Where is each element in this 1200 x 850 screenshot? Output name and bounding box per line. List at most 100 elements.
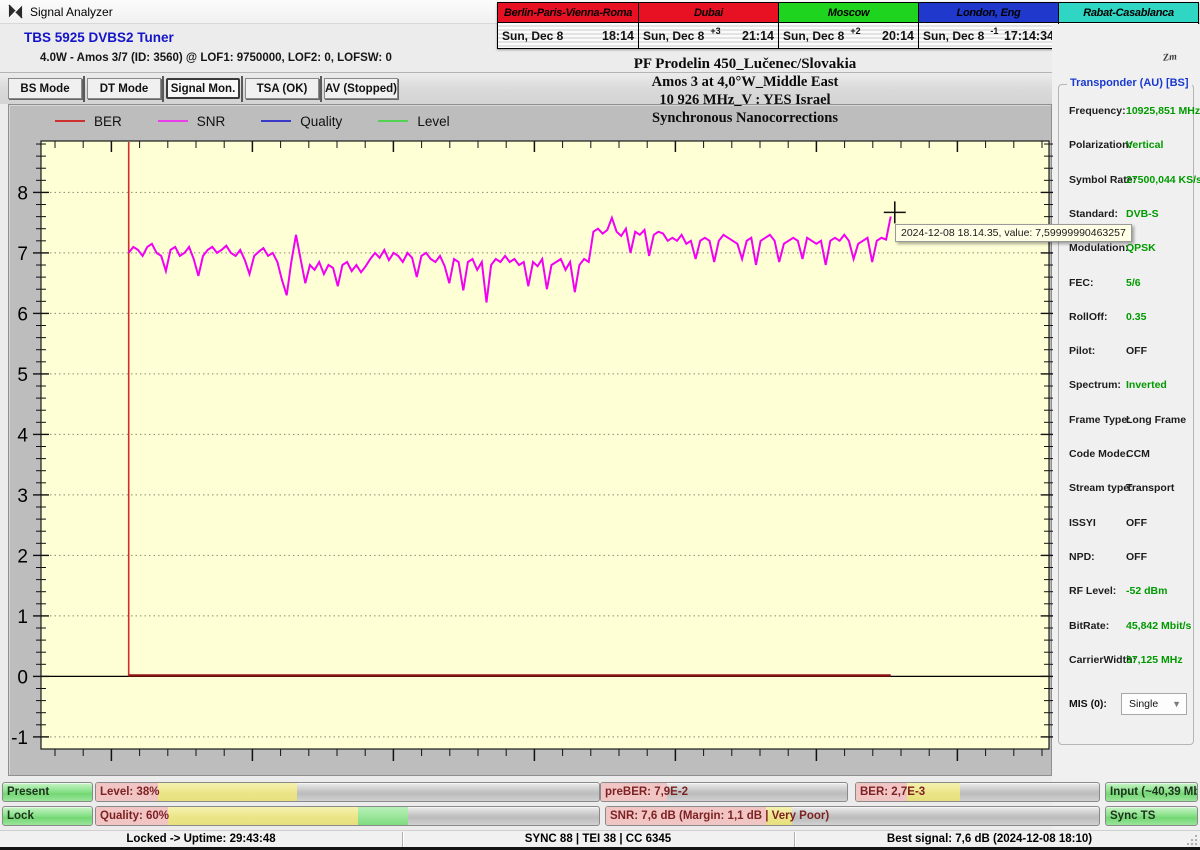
monitor-bar-label: Present	[7, 786, 50, 798]
mis-dropdown[interactable]: Single ▼	[1121, 693, 1187, 715]
field-row-npd: NPD: OFF	[1059, 551, 1195, 567]
field-row-frequency: Frequency: 10925,851 MHz	[1059, 105, 1200, 121]
toolbar-button-bs-mode[interactable]: BS Mode	[8, 78, 82, 99]
field-label: Pilot:	[1069, 345, 1096, 358]
field-label: FEC:	[1069, 276, 1094, 289]
field-label: Frequency:	[1069, 105, 1126, 117]
app-icon	[8, 4, 23, 19]
status-section-2: SYNC 88 | TEI 38 | CC 6345	[524, 833, 672, 845]
mis-value: Single	[1129, 698, 1159, 710]
clock-utc-offset: +2	[850, 25, 861, 36]
svg-text:2: 2	[17, 546, 28, 567]
svg-text:1: 1	[17, 607, 28, 628]
mis-label: MIS (0):	[1069, 698, 1107, 710]
clock-date: Sun, Dec 8	[502, 28, 564, 43]
field-row-rolloff: RollOff: 0.35	[1059, 311, 1195, 327]
status-section-3: Best signal: 7,6 dB (2024-12-08 18:10)	[886, 833, 1093, 845]
monitor-bar-snr: SNR: 7,6 dB (Margin: 1,1 dB | Very Poor)	[605, 806, 1100, 826]
field-row-carrierwidth: CarrierWidth: 37,125 MHz	[1059, 654, 1195, 670]
watermark-icon: Zm	[1162, 51, 1178, 64]
monitor-bar-present: Present	[2, 782, 93, 802]
field-value: 27500,044 KS/s	[1126, 173, 1200, 186]
field-label: Code Mode:	[1069, 448, 1130, 460]
field-row-bitrate: BitRate: 45,842 Mbit/s	[1059, 620, 1195, 636]
field-value: 37,125 MHz	[1126, 653, 1183, 666]
monitor-bar-label: BER: 2,7E-3	[860, 786, 926, 798]
field-row-frame-type: Frame Type: Long Frame	[1059, 414, 1195, 430]
status-divider	[402, 832, 403, 847]
clock-utc-offset: -1	[990, 25, 999, 36]
svg-text:4: 4	[17, 425, 28, 446]
field-label: Stream type:	[1069, 482, 1133, 495]
header-text: PF Prodelin 450_Lučenec/Slovakia Amos 3 …	[440, 55, 1050, 127]
chart-panel: BER SNR Quality Level -1 0 1 2 3 4 5 6 7 8 2024-12-0…	[8, 104, 1132, 777]
status-divider	[794, 832, 795, 847]
clock-datetime: Sun, Dec 8 +3 21:14	[639, 23, 778, 48]
field-value: 0.35	[1126, 310, 1147, 323]
clock-datetime: Sun, Dec 8 +2 20:14	[779, 23, 918, 48]
field-value: 10925,851 MHz	[1126, 105, 1200, 117]
clock-city: Berlin-Paris-Vienna-Roma	[498, 3, 638, 23]
field-row-modulation: Modulation: QPSK	[1059, 242, 1195, 258]
clock-time: 17:14:34	[1003, 28, 1054, 43]
svg-text:0: 0	[17, 667, 28, 688]
field-value: QPSK	[1126, 242, 1156, 255]
monitor-bar-input: Input (~40,39 Mbps)	[1105, 782, 1198, 802]
transponder-groupbox: Transponder (AU) [BS] MIS (0): Single ▼ …	[1058, 77, 1200, 745]
toolbar-divider	[162, 76, 164, 102]
resize-grip-icon[interactable]	[1186, 834, 1198, 846]
svg-text:8: 8	[17, 183, 28, 204]
field-row-symbol-rate: Symbol Rate: 27500,044 KS/s	[1059, 174, 1200, 190]
monitor-bar-level: Level: 38%	[95, 782, 600, 802]
clock-date: Sun, Dec 8	[923, 28, 985, 43]
field-row-issyi: ISSYI OFF	[1059, 517, 1195, 533]
clock-time: 18:14	[602, 28, 634, 43]
field-label: ISSYI	[1069, 516, 1096, 529]
field-value: OFF	[1126, 345, 1147, 358]
field-row-fec: FEC: 5/6	[1059, 277, 1195, 293]
tuner-title: TBS 5925 DVBS2 Tuner	[24, 30, 174, 45]
svg-text:3: 3	[17, 486, 28, 507]
clock-date: Sun, Dec 8	[643, 28, 705, 43]
toolbar-button-signal-mon[interactable]: Signal Mon.	[166, 78, 240, 99]
field-row-standard: Standard: DVB-S	[1059, 208, 1195, 224]
toolbar-button-dt-mode[interactable]: DT Mode	[87, 78, 161, 99]
clock-time: 21:14	[742, 28, 774, 43]
field-row-polarization: Polarization: Vertical	[1059, 139, 1195, 155]
field-label: BitRate:	[1069, 619, 1110, 632]
monitor-bar-label: Quality: 60%	[100, 810, 170, 822]
field-value: Long Frame	[1126, 413, 1187, 426]
chart-tooltip: 2024-12-08 18.14.35, value: 7,5999999046…	[895, 224, 1132, 242]
clock-datetime: Sun, Dec 8 -1 17:14:34	[919, 23, 1058, 48]
field-label: Standard:	[1069, 207, 1119, 220]
svg-text:7: 7	[17, 244, 28, 265]
monitor-bar-label: Level: 38%	[100, 786, 160, 798]
toolbar-divider	[83, 76, 85, 102]
monitor-bar-quality: Quality: 60%	[95, 806, 600, 826]
toolbar-button-av-stopped[interactable]: AV (Stopped)	[324, 78, 398, 99]
monitor-bar-ber: BER: 2,7E-3	[855, 782, 1100, 802]
header-line-2: Amos 3 at 4,0°W_Middle East	[651, 74, 839, 90]
field-row-spectrum: Spectrum: Inverted	[1059, 379, 1195, 395]
monitor-bar-label: Input (~40,39 Mbps)	[1110, 786, 1197, 798]
clock-datetime: Sun, Dec 8 18:14	[498, 23, 638, 48]
monitor-bar-label: preBER: 7,9E-2	[605, 786, 689, 798]
svg-text:6: 6	[17, 304, 28, 325]
field-value: 5/6	[1126, 276, 1141, 289]
field-label: RF Level:	[1069, 585, 1117, 598]
svg-text:-1: -1	[11, 728, 28, 749]
field-value: Vertical	[1126, 139, 1164, 152]
toolbar-divider	[320, 76, 322, 102]
field-value: -52 dBm	[1126, 585, 1168, 598]
field-label: Spectrum:	[1069, 379, 1121, 392]
clock-time: 20:14	[882, 28, 914, 43]
monitor-bar-syncts: Sync TS	[1105, 806, 1198, 826]
field-value: Transport	[1126, 482, 1175, 495]
field-value: DVB-S	[1126, 207, 1159, 220]
monitor-bar-preber: preBER: 7,9E-2	[600, 782, 848, 802]
clock-column: Dubai Sun, Dec 8 +3 21:14	[638, 3, 778, 48]
toolbar-button-tsa-ok[interactable]: TSA (OK)	[245, 78, 319, 99]
meter-fill-green	[357, 807, 408, 825]
chart-plot[interactable]: -1 0 1 2 3 4 5 6 7 8	[9, 105, 1053, 777]
field-label: RollOff:	[1069, 310, 1108, 323]
